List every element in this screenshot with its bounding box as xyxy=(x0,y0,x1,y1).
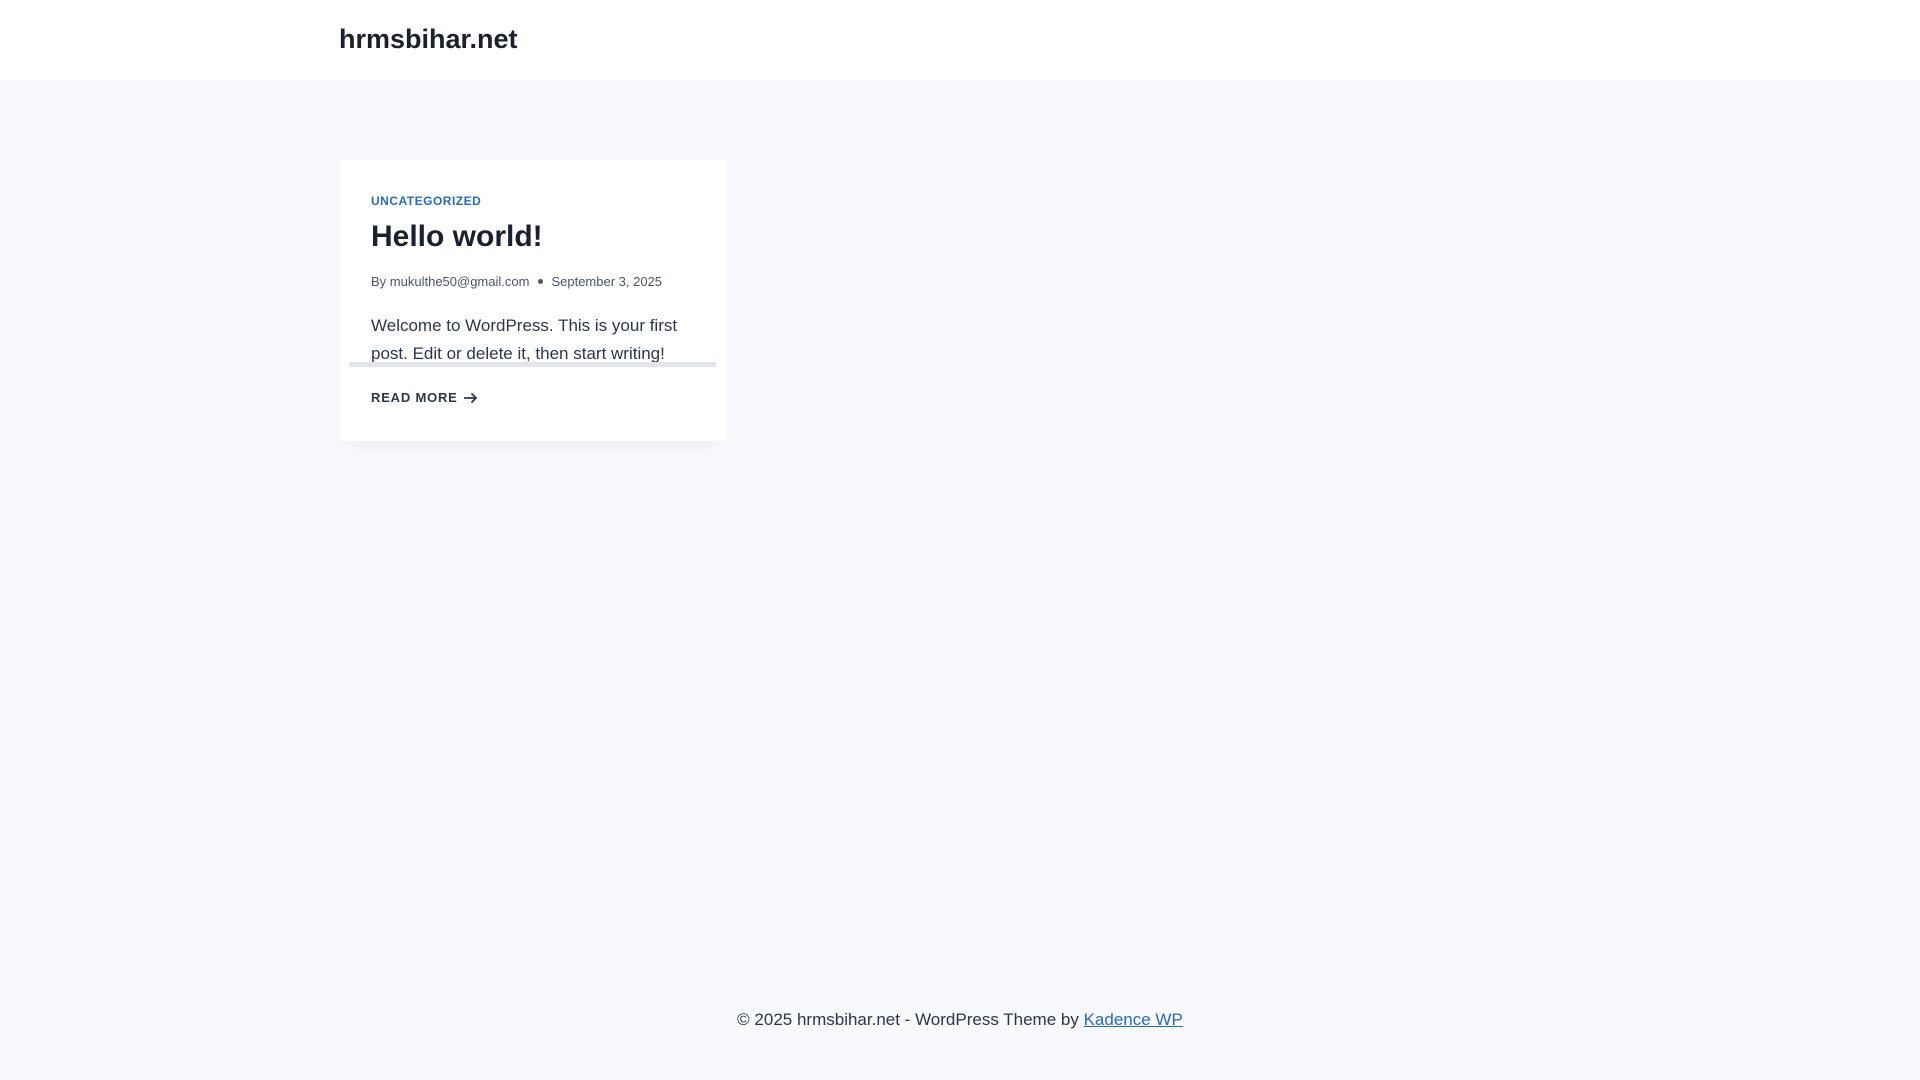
site-title-link[interactable]: hrmsbihar.net xyxy=(339,22,518,56)
post-category-link[interactable]: UNCATEGORIZED xyxy=(371,194,481,208)
post-date: September 3, 2025 xyxy=(551,274,663,289)
post-meta: By mukulthe50@gmail.com September 3, 2025 xyxy=(371,273,662,291)
read-more-label: READ MORE xyxy=(371,390,458,405)
footer-theme-link[interactable]: Kadence WP xyxy=(1084,1010,1183,1029)
meta-by-label: By xyxy=(371,274,387,289)
site-header: hrmsbihar.net xyxy=(0,0,1920,80)
footer-credit: © 2025 hrmsbihar.net - WordPress Theme b… xyxy=(0,1008,1920,1032)
post-card: UNCATEGORIZED Hello world! By mukulthe50… xyxy=(340,160,726,441)
post-title-link[interactable]: Hello world! xyxy=(371,218,543,256)
meta-separator-dot xyxy=(538,279,544,285)
arrow-right-icon xyxy=(462,391,478,406)
card-shadow-bar xyxy=(349,362,716,367)
read-more-link[interactable]: READ MORE xyxy=(371,390,478,406)
post-author-link[interactable]: mukulthe50@gmail.com xyxy=(390,274,530,289)
post-excerpt: Welcome to WordPress. This is your first… xyxy=(371,316,678,363)
footer-copyright: © 2025 hrmsbihar.net - WordPress Theme b… xyxy=(737,1010,1079,1029)
main-content: UNCATEGORIZED Hello world! By mukulthe50… xyxy=(0,80,1920,980)
